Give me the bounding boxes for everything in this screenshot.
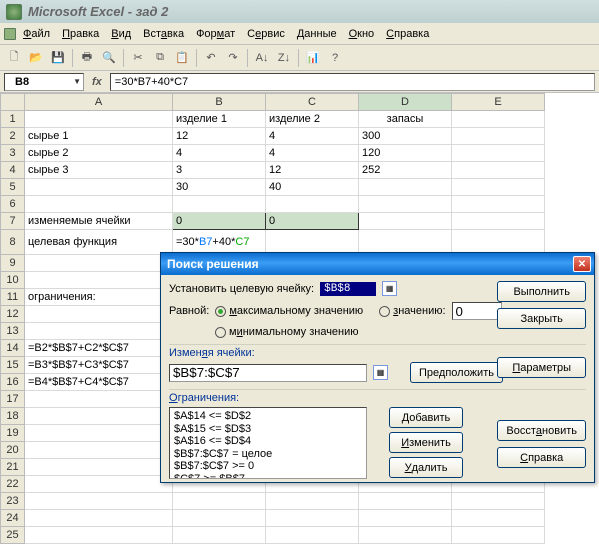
radio-max[interactable]: максимальному значению (215, 305, 363, 317)
solver-dialog: Поиск решения ✕ Установить целевую ячейк… (160, 252, 595, 483)
name-box-value: B8 (15, 76, 29, 88)
print-icon[interactable]: 🖶 (77, 48, 97, 68)
fx-icon[interactable]: fx (88, 76, 106, 88)
row-header-25[interactable]: 25 (1, 527, 25, 544)
dialog-title: Поиск решения (167, 257, 259, 271)
menu-data[interactable]: Данные (292, 26, 342, 42)
row-header-5[interactable]: 5 (1, 179, 25, 196)
help-icon[interactable]: ? (325, 48, 345, 68)
chevron-down-icon[interactable]: ▼ (73, 77, 81, 86)
row-header-18[interactable]: 18 (1, 408, 25, 425)
menu-help[interactable]: Справка (381, 26, 434, 42)
col-header-B[interactable]: B (173, 94, 266, 111)
row-header-16[interactable]: 16 (1, 374, 25, 391)
cell-B7: 0 (173, 213, 266, 230)
row-header-23[interactable]: 23 (1, 493, 25, 510)
row-header-8[interactable]: 8 (1, 230, 25, 255)
preview-icon[interactable]: 🔍 (99, 48, 119, 68)
menu-format[interactable]: Формат (191, 26, 240, 42)
row-header-4[interactable]: 4 (1, 162, 25, 179)
formula-input[interactable]: =30*B7+40*C7 (110, 73, 595, 91)
solve-button[interactable]: Выполнить (497, 281, 586, 302)
row-header-1[interactable]: 1 (1, 111, 25, 128)
redo-icon[interactable]: ↷ (223, 48, 243, 68)
delete-button[interactable]: Удалить (389, 457, 463, 478)
change-button[interactable]: Изменить (389, 432, 463, 453)
menu-tools[interactable]: Сервис (242, 26, 290, 42)
close-button[interactable]: Закрыть (497, 308, 586, 329)
radio-min[interactable]: минимальному значению (215, 326, 359, 338)
select-all-corner[interactable] (1, 94, 25, 111)
equals-label: Равной: (169, 305, 209, 317)
row-header-22[interactable]: 22 (1, 476, 25, 493)
open-icon[interactable]: 📂 (26, 48, 46, 68)
guess-button[interactable]: Предположить (410, 362, 503, 383)
col-header-E[interactable]: E (452, 94, 545, 111)
row-header-13[interactable]: 13 (1, 323, 25, 340)
formula-text: =30*B7+40*C7 (115, 76, 188, 88)
params-button[interactable]: Параметры (497, 357, 586, 378)
value-input[interactable] (452, 302, 502, 320)
col-header-C[interactable]: C (266, 94, 359, 111)
set-cell-label: Установить целевую ячейку: (169, 283, 314, 295)
row-header-9[interactable]: 9 (1, 255, 25, 272)
row-header-11[interactable]: 11 (1, 289, 25, 306)
menu-file[interactable]: Файл (18, 26, 55, 42)
add-button[interactable]: Добавить (389, 407, 463, 428)
col-header-A[interactable]: A (25, 94, 173, 111)
changing-cells-input[interactable] (169, 364, 367, 382)
row-header-2[interactable]: 2 (1, 128, 25, 145)
sort-asc-icon[interactable]: A↓ (252, 48, 272, 68)
window-titlebar: Microsoft Excel - зад 2 (0, 0, 599, 23)
menu-insert[interactable]: Вставка (138, 26, 189, 42)
row-header-20[interactable]: 20 (1, 442, 25, 459)
menu-edit[interactable]: Правка (57, 26, 104, 42)
cell-B8-editing[interactable]: =30*B7+40*C7 (173, 230, 266, 255)
save-icon[interactable]: 💾 (48, 48, 68, 68)
app-icon-small (4, 28, 16, 40)
cell-C7: 0 (266, 213, 359, 230)
col-header-D[interactable]: D (359, 94, 452, 111)
paste-icon[interactable]: 📋 (172, 48, 192, 68)
window-title: Microsoft Excel - зад 2 (28, 4, 168, 19)
radio-value[interactable]: значению: (379, 305, 445, 317)
ref-picker-icon-2[interactable]: ▦ (373, 365, 388, 380)
undo-icon[interactable]: ↶ (201, 48, 221, 68)
row-header-15[interactable]: 15 (1, 357, 25, 374)
cut-icon[interactable]: ✂ (128, 48, 148, 68)
restore-button[interactable]: Восстановить (497, 420, 586, 441)
help-button[interactable]: Справка (497, 447, 586, 468)
sort-desc-icon[interactable]: Z↓ (274, 48, 294, 68)
new-icon[interactable]: 🗋 (4, 48, 24, 68)
menu-window[interactable]: Окно (344, 26, 380, 42)
row-header-17[interactable]: 17 (1, 391, 25, 408)
formula-bar: B8 ▼ fx =30*B7+40*C7 (0, 71, 599, 93)
ref-picker-icon[interactable]: ▦ (382, 281, 397, 296)
row-header-21[interactable]: 21 (1, 459, 25, 476)
constraints-list[interactable]: $A$14 <= $D$2$A$15 <= $D$3$A$16 <= $D$4$… (169, 407, 367, 479)
dialog-titlebar[interactable]: Поиск решения ✕ (161, 253, 594, 275)
menu-bar: Файл Правка Вид Вставка Формат Сервис Да… (0, 23, 599, 45)
row-header-7[interactable]: 7 (1, 213, 25, 230)
name-box[interactable]: B8 ▼ (4, 73, 84, 91)
menu-view[interactable]: Вид (106, 26, 136, 42)
close-icon[interactable]: ✕ (573, 256, 591, 272)
row-header-6[interactable]: 6 (1, 196, 25, 213)
excel-icon (6, 4, 22, 20)
row-header-14[interactable]: 14 (1, 340, 25, 357)
row-header-24[interactable]: 24 (1, 510, 25, 527)
row-header-19[interactable]: 19 (1, 425, 25, 442)
chart-icon[interactable]: 📊 (303, 48, 323, 68)
target-cell-input[interactable]: $B$8 (320, 282, 376, 296)
row-header-12[interactable]: 12 (1, 306, 25, 323)
copy-icon[interactable]: ⧉ (150, 48, 170, 68)
row-header-3[interactable]: 3 (1, 145, 25, 162)
row-header-10[interactable]: 10 (1, 272, 25, 289)
toolbar-standard: 🗋 📂 💾 🖶 🔍 ✂ ⧉ 📋 ↶ ↷ A↓ Z↓ 📊 ? (0, 45, 599, 71)
